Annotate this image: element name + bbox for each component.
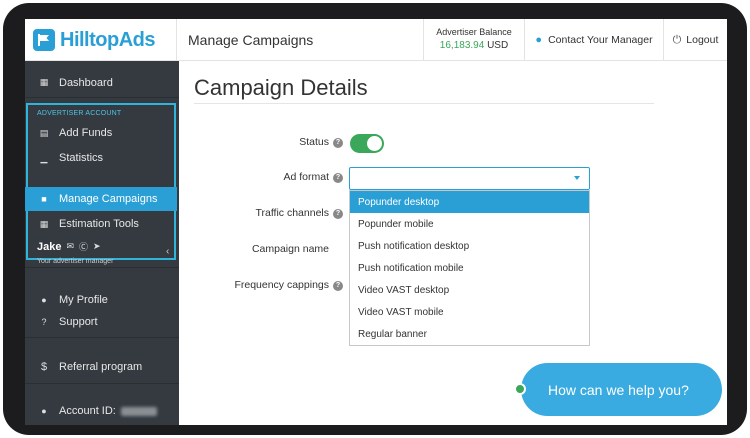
help-icon[interactable]: ? [333, 138, 343, 148]
sidebar-item-manage-campaigns[interactable]: ■ Manage Campaigns [25, 187, 177, 211]
status-label-row: Status? [195, 136, 343, 152]
frequency-label-row: Frequency cappings? [195, 279, 343, 295]
contact-manager-button[interactable]: ● Contact Your Manager [525, 19, 664, 61]
traffic-channels-label-row: Traffic channels? [195, 207, 343, 223]
sidebar-item-account-id: ● Account ID: [25, 399, 179, 423]
caret-down-icon [574, 176, 580, 180]
redacted-account-id [120, 406, 157, 416]
divider [25, 337, 179, 338]
power-icon: ⏻ [672, 33, 682, 46]
campaign-name-label: Campaign name [251, 243, 329, 255]
sidebar-item-label: Support [59, 316, 98, 328]
frequency-label: Frequency cappings? [234, 279, 343, 291]
status-toggle[interactable] [350, 134, 384, 153]
sidebar-item-my-profile[interactable]: ● My Profile [25, 288, 179, 312]
contact-manager-label: Contact Your Manager [548, 34, 653, 46]
frequency-label-text: Frequency cappings [234, 279, 329, 291]
chat-widget-button[interactable]: How can we help you? [521, 363, 722, 416]
sidebar-item-referral[interactable]: $ Referral program [25, 355, 179, 379]
sidebar-item-label: Statistics [59, 152, 104, 164]
user-icon: ● [41, 295, 47, 305]
ad-format-label: Ad format? [283, 171, 343, 183]
skype-icon[interactable]: Ⓒ [79, 240, 88, 253]
chart-icon: ▁ [40, 152, 48, 163]
account-id-label: Account ID: [59, 405, 116, 417]
top-bar: HilltopAds Manage Campaigns Advertiser B… [25, 19, 727, 61]
campaign-name-label-row: Campaign name [195, 243, 343, 259]
manager-name: Jake [37, 240, 62, 253]
balance-value: 16,183.94 USD [424, 40, 524, 51]
traffic-channels-label: Traffic channels? [255, 207, 343, 219]
mail-icon[interactable]: ✉ [66, 241, 74, 252]
dropdown-option[interactable]: Video VAST desktop [350, 279, 589, 301]
ad-format-label-row: Ad format? [195, 171, 343, 187]
divider [25, 267, 179, 268]
sidebar-item-label: Estimation Tools [59, 218, 139, 230]
divider [25, 383, 179, 384]
manager-card: Jake ✉ Ⓒ ➤ [37, 240, 101, 253]
ad-format-dropdown: Popunder desktop Popunder mobile Push no… [349, 190, 590, 346]
traffic-channels-label-text: Traffic channels [255, 207, 329, 219]
sidebar-item-support[interactable]: ? Support [25, 310, 179, 334]
briefcase-icon: ■ [41, 194, 47, 204]
ad-format-select[interactable] [349, 167, 590, 190]
sidebar-item-add-funds[interactable]: ▤ Add Funds [25, 121, 179, 145]
chevron-left-icon[interactable]: ‹ [166, 246, 169, 257]
logout-label: Logout [686, 34, 719, 46]
sidebar-item-label: Manage Campaigns [59, 193, 158, 205]
toggle-knob [367, 136, 382, 151]
sidebar-item-label: Dashboard [59, 76, 113, 89]
dollar-icon: $ [40, 361, 48, 373]
online-status-dot [514, 383, 526, 395]
balance-currency: USD [487, 40, 509, 51]
ad-format-label-text: Ad format [283, 171, 329, 183]
help-icon[interactable]: ? [333, 173, 343, 183]
flag-logo-icon [33, 29, 55, 51]
chat-bubble-icon: ● [535, 34, 543, 46]
dropdown-option[interactable]: Popunder mobile [350, 213, 589, 235]
logout-button[interactable]: ⏻ Logout [664, 19, 727, 61]
sidebar-item-label: My Profile [59, 294, 108, 306]
tablet-frame: HilltopAds Manage Campaigns Advertiser B… [3, 3, 747, 435]
dropdown-option[interactable]: Video VAST mobile [350, 301, 589, 323]
balance-label: Advertiser Balance [436, 27, 512, 37]
sidebar-item-estimation-tools[interactable]: ▦ Estimation Tools [25, 212, 179, 236]
status-label-text: Status [299, 136, 329, 148]
calculator-icon: ▦ [39, 218, 49, 229]
balance-amount: 16,183.94 [439, 40, 485, 51]
divider [194, 103, 654, 104]
section-title: ADVERTISER ACCOUNT [37, 110, 122, 117]
help-icon[interactable]: ? [333, 209, 343, 219]
logo[interactable]: HilltopAds [25, 19, 177, 61]
page-heading: Campaign Details [194, 75, 368, 100]
grid-icon: ▦ [39, 77, 49, 87]
sidebar-item-statistics[interactable]: ▁ Statistics [25, 146, 179, 170]
sidebar-item-dashboard[interactable]: ▦ Dashboard [25, 68, 179, 98]
card-icon: ▤ [39, 127, 49, 138]
sidebar-item-label: Referral program [59, 361, 143, 373]
sidebar: ▦ Dashboard ADVERTISER ACCOUNT ▤ Add Fun… [25, 61, 179, 425]
balance-widget: Advertiser Balance 16,183.94 USD [423, 19, 525, 61]
page-title: Manage Campaigns [188, 32, 314, 48]
help-icon[interactable]: ? [333, 281, 343, 291]
telegram-icon[interactable]: ➤ [93, 241, 101, 252]
manager-subtitle: Your advertiser manager [37, 258, 114, 265]
logo-text: HilltopAds [60, 28, 156, 51]
question-icon: ? [41, 317, 47, 327]
dropdown-option[interactable]: Popunder desktop [350, 191, 589, 213]
chat-prompt: How can we help you? [548, 381, 689, 398]
dropdown-option[interactable]: Regular banner [350, 323, 589, 345]
user-icon: ● [41, 406, 47, 416]
sidebar-item-label: Add Funds [59, 127, 113, 139]
app-screen: HilltopAds Manage Campaigns Advertiser B… [25, 19, 727, 425]
dropdown-option[interactable]: Push notification desktop [350, 235, 589, 257]
dropdown-option[interactable]: Push notification mobile [350, 257, 589, 279]
status-label: Status? [299, 136, 343, 148]
